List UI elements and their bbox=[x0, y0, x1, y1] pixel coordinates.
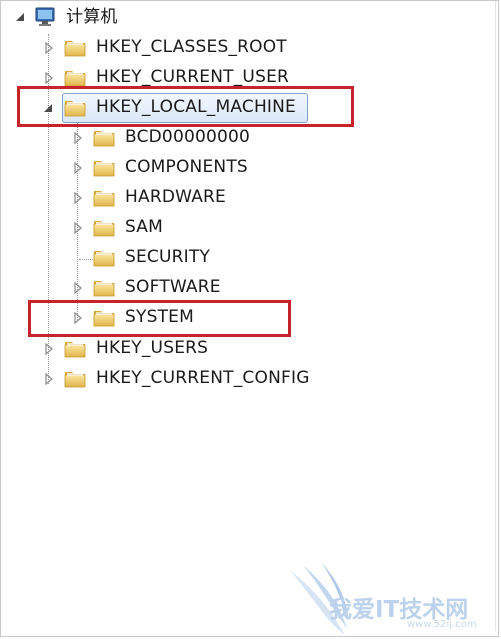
expand-arrow-icon[interactable] bbox=[71, 281, 85, 295]
expand-arrow-icon[interactable] bbox=[42, 71, 56, 85]
tree-item-label: SOFTWARE bbox=[125, 277, 221, 297]
folder-icon bbox=[93, 277, 115, 297]
tree-item-label: COMPONENTS bbox=[125, 157, 248, 177]
folder-icon bbox=[93, 247, 115, 267]
expand-arrow-icon[interactable] bbox=[71, 131, 85, 145]
expand-arrow-icon[interactable] bbox=[42, 342, 56, 356]
annotation-highlight-box bbox=[17, 86, 354, 127]
tree-item-label: BCD00000000 bbox=[125, 127, 251, 147]
folder-icon bbox=[93, 157, 115, 177]
tree-item-label: SECURITY bbox=[125, 247, 211, 267]
folder-icon bbox=[93, 187, 115, 207]
expand-arrow-icon[interactable] bbox=[71, 191, 85, 205]
tree-item-label: HARDWARE bbox=[125, 187, 226, 207]
computer-icon bbox=[33, 6, 59, 28]
folder-icon bbox=[93, 217, 115, 237]
tree-item-label: SAM bbox=[125, 217, 164, 237]
annotation-highlight-box bbox=[28, 300, 291, 337]
tree-root-label: 计算机 bbox=[66, 7, 118, 27]
expand-arrow-icon[interactable] bbox=[71, 161, 85, 175]
watermark-url: www.52ij.com bbox=[407, 619, 477, 630]
tree-item-label: HKEY_USERS bbox=[96, 338, 209, 358]
tree-item-label: HKEY_CURRENT_USER bbox=[96, 67, 290, 87]
folder-icon bbox=[64, 67, 86, 87]
tree-item-label: HKEY_CURRENT_CONFIG bbox=[96, 368, 310, 388]
panel-edge bbox=[495, 1, 500, 631]
folder-icon bbox=[64, 338, 86, 358]
folder-icon bbox=[93, 127, 115, 147]
collapse-arrow-icon[interactable] bbox=[14, 10, 28, 24]
expand-arrow-icon[interactable] bbox=[71, 221, 85, 235]
expand-arrow-icon[interactable] bbox=[42, 372, 56, 386]
watermark-logo: 我爱IT技术网 www.52ij.com bbox=[285, 560, 501, 639]
folder-icon bbox=[64, 368, 86, 388]
folder-icon bbox=[64, 37, 86, 57]
expand-arrow-icon[interactable] bbox=[42, 41, 56, 55]
tree-item-label: HKEY_CLASSES_ROOT bbox=[96, 37, 287, 57]
